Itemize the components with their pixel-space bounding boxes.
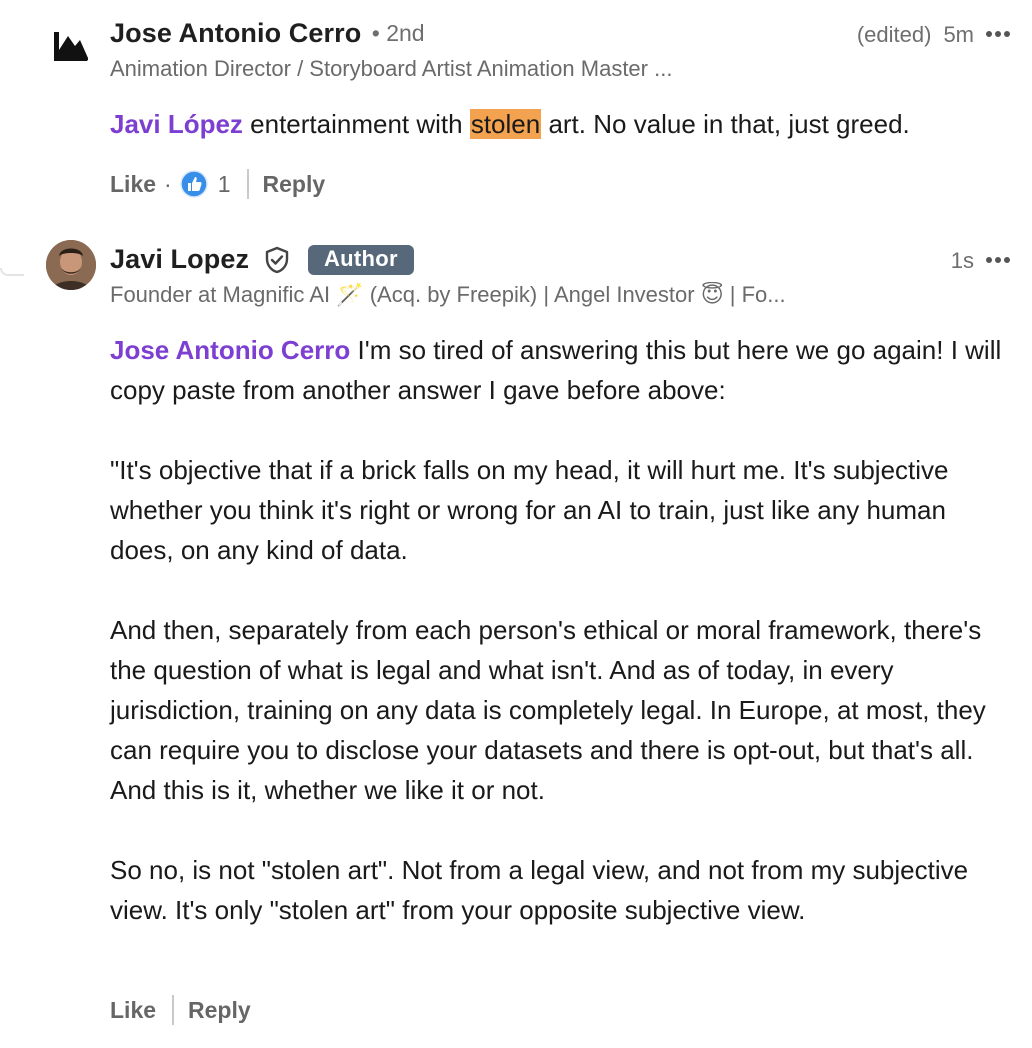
company-logo-icon[interactable] bbox=[46, 20, 94, 68]
comment-header: Javi Lopez Author 1s bbox=[110, 244, 1012, 278]
author-headline: Animation Director / Storyboard Artist A… bbox=[110, 56, 673, 81]
connection-degree: • 2nd bbox=[371, 20, 425, 46]
like-reaction-icon[interactable] bbox=[179, 170, 208, 198]
author-headline: Founder at Magnific AI 🪄 (Acq. by Freepi… bbox=[110, 282, 786, 307]
more-options-icon[interactable] bbox=[978, 19, 1018, 49]
action-divider bbox=[172, 995, 175, 1025]
author-name[interactable]: Jose Antonio Cerro bbox=[110, 18, 361, 48]
action-divider bbox=[246, 169, 249, 199]
author-name[interactable]: Javi Lopez bbox=[110, 244, 249, 274]
comment-meta: (edited) 5m bbox=[856, 18, 1010, 52]
mention-link[interactable]: Jose Antonio Cerro bbox=[110, 335, 350, 365]
like-button[interactable]: Like bbox=[110, 171, 156, 198]
comment-text: Jose Antonio Cerro I'm so tired of answe… bbox=[110, 330, 1006, 930]
comment-item: Javi Lopez Author 1s Founder at Magnific… bbox=[0, 230, 1032, 1048]
comment-text-segment: art. No value in that, just greed. bbox=[541, 109, 910, 139]
separator-dot: · bbox=[164, 170, 172, 197]
comment-paragraph: "It's objective that if a brick falls on… bbox=[110, 455, 949, 565]
comment-header: Jose Antonio Cerro • 2nd (edited) 5m bbox=[110, 18, 1012, 52]
comment-thread: Jose Antonio Cerro • 2nd (edited) 5m Ani… bbox=[0, 0, 1032, 1048]
comment-actions: Like · 1 Reply bbox=[110, 166, 325, 202]
comment-item: Jose Antonio Cerro • 2nd (edited) 5m Ani… bbox=[0, 0, 1032, 220]
comment-text-segment: entertainment with bbox=[242, 109, 470, 139]
edited-label: (edited) bbox=[856, 22, 932, 47]
thread-connector bbox=[0, 268, 24, 276]
comment-paragraph: So no, is not "stolen art". Not from a l… bbox=[110, 855, 969, 925]
comment-paragraph: And then, separately from each person's … bbox=[110, 615, 986, 805]
reply-button[interactable]: Reply bbox=[263, 171, 326, 198]
timestamp: 5m bbox=[943, 22, 974, 47]
reaction-count[interactable]: 1 bbox=[218, 171, 231, 198]
like-button[interactable]: Like bbox=[110, 997, 156, 1024]
author-badge: Author bbox=[307, 244, 414, 275]
highlighted-word: stolen bbox=[469, 109, 542, 139]
comment-paragraph: Jose Antonio Cerro I'm so tired of answe… bbox=[110, 330, 1006, 410]
comment-actions: Like Reply bbox=[110, 992, 251, 1028]
mention-link[interactable]: Javi López bbox=[110, 109, 243, 139]
comment-meta: 1s bbox=[950, 244, 1010, 278]
timestamp: 1s bbox=[950, 248, 974, 273]
verified-shield-icon bbox=[262, 245, 292, 275]
avatar[interactable] bbox=[46, 240, 96, 290]
comment-text: Javi López entertainment with stolen art… bbox=[110, 104, 1006, 144]
more-options-icon[interactable] bbox=[978, 245, 1018, 275]
reply-button[interactable]: Reply bbox=[188, 997, 251, 1024]
